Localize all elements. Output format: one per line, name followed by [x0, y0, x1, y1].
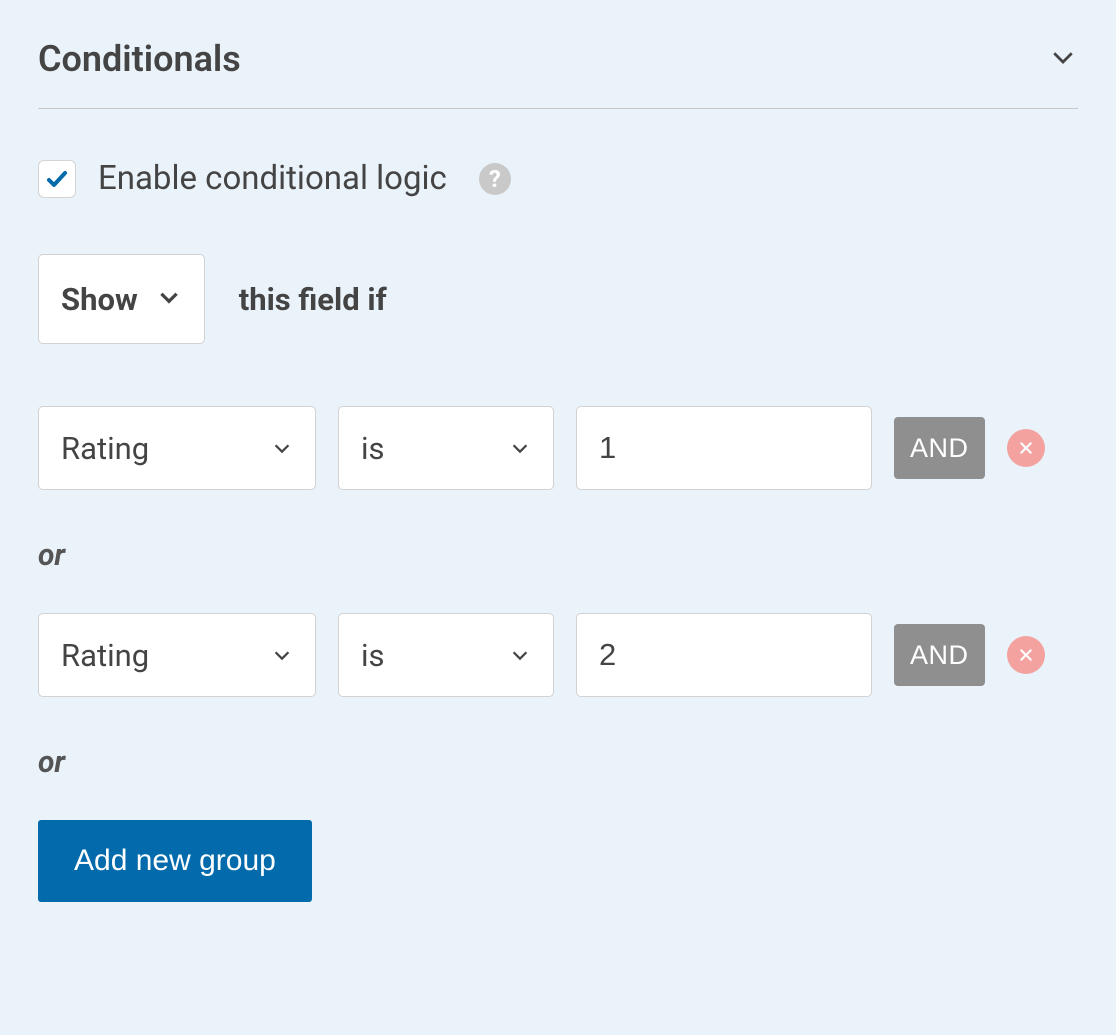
and-button[interactable]: AND	[894, 624, 985, 686]
condition-operator-select[interactable]: is	[338, 613, 554, 697]
add-new-group-button[interactable]: Add new group	[38, 820, 312, 902]
delete-condition-button[interactable]	[1007, 429, 1045, 467]
condition-field-select[interactable]: Rating	[38, 613, 316, 697]
or-separator: or	[38, 538, 1078, 573]
action-select[interactable]: Show	[38, 254, 205, 344]
chevron-down-icon	[271, 430, 293, 467]
enable-conditional-checkbox[interactable]	[38, 160, 76, 198]
condition-field-select[interactable]: Rating	[38, 406, 316, 490]
condition-field-value: Rating	[61, 430, 149, 467]
chevron-down-icon	[1048, 42, 1078, 76]
delete-condition-button[interactable]	[1007, 636, 1045, 674]
condition-row: Rating is AND	[38, 406, 1078, 490]
condition-operator-value: is	[361, 637, 385, 674]
condition-operator-select[interactable]: is	[338, 406, 554, 490]
chevron-down-icon	[509, 430, 531, 467]
condition-row: Rating is AND	[38, 613, 1078, 697]
chevron-down-icon	[156, 281, 182, 318]
and-button[interactable]: AND	[894, 417, 985, 479]
chevron-down-icon	[509, 637, 531, 674]
condition-value-input[interactable]	[576, 406, 872, 490]
action-select-value: Show	[61, 281, 138, 318]
condition-value-input[interactable]	[576, 613, 872, 697]
conditionals-panel-header[interactable]: Conditionals	[38, 20, 1078, 109]
close-icon	[1018, 647, 1034, 663]
close-icon	[1018, 440, 1034, 456]
action-row: Show this field if	[38, 254, 1078, 344]
condition-operator-value: is	[361, 430, 385, 467]
enable-conditional-label: Enable conditional logic	[98, 159, 447, 198]
panel-title: Conditionals	[38, 38, 241, 80]
condition-field-value: Rating	[61, 637, 149, 674]
enable-conditional-row: Enable conditional logic ?	[38, 159, 1078, 198]
help-icon[interactable]: ?	[479, 163, 511, 195]
or-separator: or	[38, 745, 1078, 780]
chevron-down-icon	[271, 637, 293, 674]
action-suffix-text: this field if	[239, 281, 387, 318]
